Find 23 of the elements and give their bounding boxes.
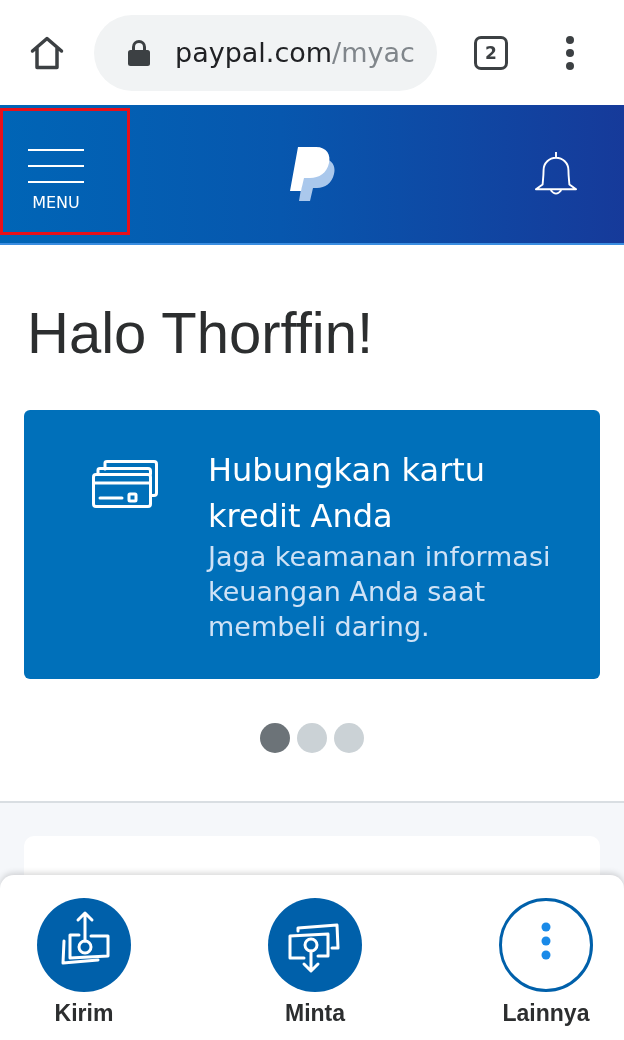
tab-count-button[interactable]: 2 bbox=[474, 35, 508, 70]
address-field[interactable]: paypal.com/myac bbox=[94, 14, 437, 91]
menu-button[interactable]: MENU bbox=[0, 108, 130, 235]
lock-icon bbox=[128, 39, 150, 66]
promo-title: Hubungkan kartu kredit Anda bbox=[208, 450, 487, 537]
request-money-icon bbox=[268, 898, 362, 992]
p-logo-icon bbox=[289, 146, 335, 202]
promo-card[interactable]: Hubungkan kartu kredit Anda Jaga keamanan informasi keuangan Anda saat membeli daring. bbox=[24, 410, 600, 679]
home-icon[interactable] bbox=[30, 35, 64, 70]
bell-icon[interactable] bbox=[534, 151, 578, 197]
more-button[interactable]: Lainnya bbox=[496, 898, 596, 1027]
greeting-heading: Halo Thorffin! bbox=[27, 300, 374, 366]
send-button[interactable]: Kirim bbox=[34, 898, 134, 1027]
request-button[interactable]: Minta bbox=[265, 898, 365, 1027]
carousel-dot[interactable] bbox=[334, 723, 364, 753]
carousel-dot[interactable] bbox=[260, 723, 290, 753]
promo-description: Jaga keamanan informasi keuangan Anda saat membeli daring. bbox=[208, 540, 552, 644]
menu-icon bbox=[28, 149, 84, 183]
send-money-icon bbox=[37, 898, 131, 992]
credit-cards-icon bbox=[92, 460, 158, 508]
more-options-icon[interactable] bbox=[566, 35, 574, 70]
more-icon bbox=[499, 898, 593, 992]
carousel-dot[interactable] bbox=[297, 723, 327, 753]
